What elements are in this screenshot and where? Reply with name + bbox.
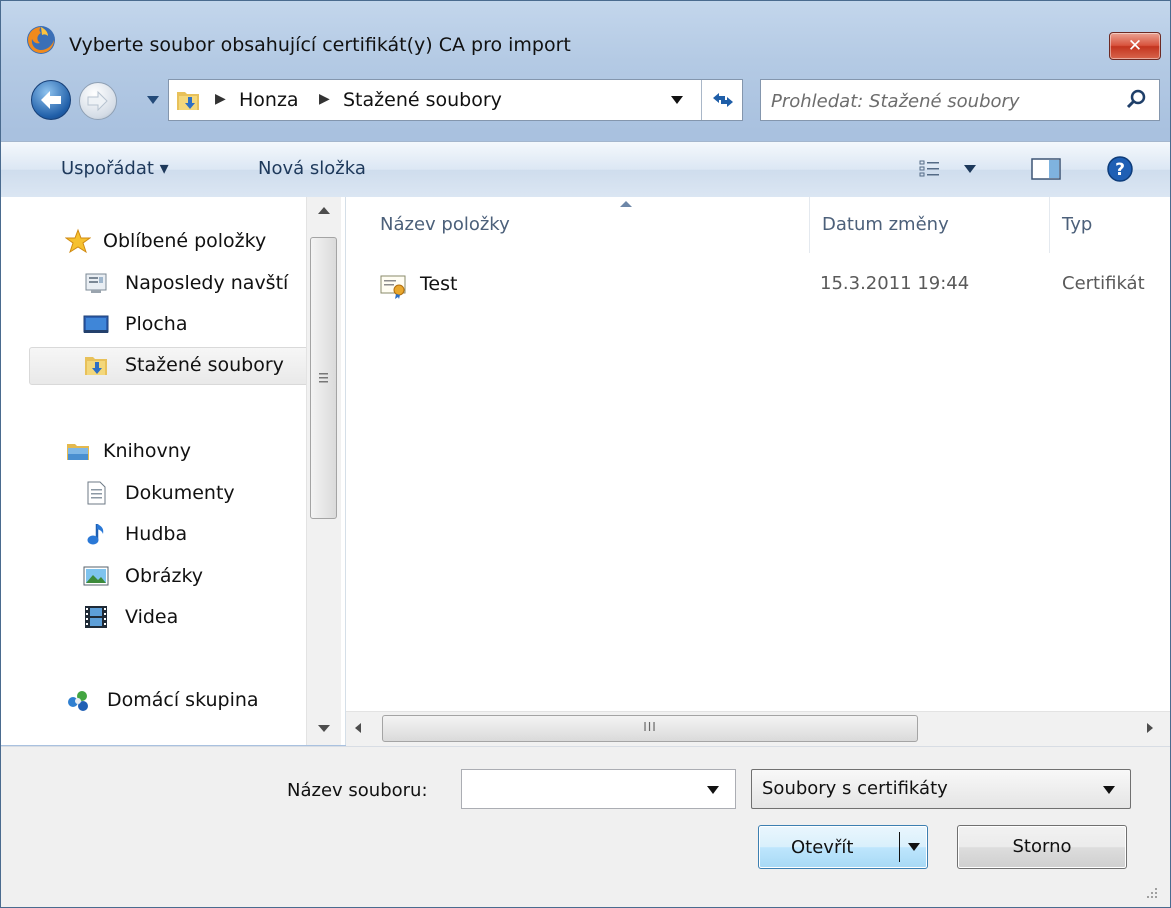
music-note-icon [87,524,104,545]
recent-places-icon [85,273,107,293]
filetype-select[interactable]: Soubory s certifikáty [751,769,1131,809]
breadcrumb-downloads[interactable]: Stažené soubory [343,89,502,111]
scroll-right-arrow-icon[interactable] [1142,720,1158,736]
downloads-folder-icon [177,92,199,110]
file-horizontal-scrollbar[interactable]: III [346,711,1170,746]
change-view-icon[interactable] [919,159,941,179]
search-box[interactable] [760,79,1160,122]
scroll-down-arrow-icon[interactable] [307,711,341,745]
nav-label: Domácí skupina [107,689,259,711]
view-options-dropdown-icon[interactable] [963,164,977,174]
libraries-icon [67,444,89,460]
filename-combobox[interactable] [461,769,736,810]
breadcrumb-separator-icon[interactable]: ▶ [215,91,226,107]
scrollbar-thumb[interactable]: III [382,715,918,742]
close-button[interactable]: ✕ [1109,32,1161,60]
scrollbar-thumb[interactable] [310,237,337,519]
scroll-left-arrow-icon[interactable] [350,720,366,736]
star-icon [65,228,91,254]
filename-input[interactable] [468,770,702,810]
nav-label: Dokumenty [125,482,235,504]
cancel-button[interactable]: Storno [957,825,1127,869]
file-name: Test [420,273,458,295]
nav-label: Knihovny [103,440,191,462]
forward-arrow-icon [87,90,108,112]
column-header-type[interactable]: Typ [1062,214,1092,235]
certificate-icon [380,275,406,299]
address-bar[interactable]: ▶ Honza ▶ Stažené soubory [168,79,743,121]
file-type: Certifikát [1062,273,1145,294]
column-header-name[interactable]: Název položky [380,214,510,235]
search-input[interactable] [769,80,1113,122]
file-list: Název položky Datum změny Typ Test 15.3.… [346,197,1170,745]
nav-label: Stažené soubory [125,354,284,376]
nav-label: Oblíbené položky [103,230,267,252]
search-icon[interactable] [1125,89,1147,111]
organize-button[interactable]: Uspořádat ▾ [61,158,169,179]
preview-pane-icon[interactable] [1031,158,1061,180]
file-row[interactable]: Test 15.3.2011 19:44 Certifikát [368,267,1168,303]
column-divider[interactable] [1049,197,1050,253]
address-dropdown-icon[interactable] [669,94,685,106]
resize-grip-icon[interactable] [1141,882,1161,902]
column-header-date[interactable]: Datum změny [822,214,949,235]
title-bar: Vyberte soubor obsahující certifikát(y) … [1,1,1170,60]
forward-button[interactable] [79,82,117,120]
pictures-icon [83,566,109,586]
open-button-label: Otevřít [791,837,854,858]
file-open-dialog: Vyberte soubor obsahující certifikát(y) … [0,0,1171,908]
filetype-value: Soubory s certifikáty [762,778,948,799]
nav-label: Hudba [125,523,188,545]
open-options-dropdown-icon[interactable] [907,842,921,852]
back-button[interactable] [31,80,71,120]
desktop-icon [83,315,109,333]
back-arrow-icon [41,91,61,109]
chevron-down-icon [1103,786,1115,794]
firefox-icon [27,26,55,54]
refresh-icon [713,93,733,107]
close-icon: ✕ [1127,36,1143,56]
svg-text:?: ? [1115,160,1125,180]
nav-label: Obrázky [125,565,204,587]
sort-ascending-icon [620,201,632,207]
grip-lines-icon: III [643,720,657,734]
nav-label: Videa [125,606,179,628]
film-icon [85,606,107,628]
split-divider [899,832,900,862]
open-button[interactable]: Otevřít [758,825,928,869]
history-dropdown-icon[interactable] [145,92,161,108]
chevron-down-icon[interactable] [706,785,720,795]
homegroup-icon [68,691,88,711]
breadcrumb-separator-icon[interactable]: ▶ [319,91,330,107]
new-folder-button[interactable]: Nová složka [258,158,366,179]
grip-lines-icon [319,373,328,383]
column-divider[interactable] [809,197,810,253]
breadcrumb-honza[interactable]: Honza [239,89,299,111]
command-bar: Uspořádat ▾ Nová složka ? [1,141,1170,198]
documents-icon [87,481,106,505]
downloads-folder-icon [85,357,107,375]
scroll-up-arrow-icon[interactable] [307,197,341,231]
nav-label: Plocha [125,313,188,335]
dialog-footer: Název souboru: Soubory s certifikáty Ote… [1,746,1170,907]
window-title: Vyberte soubor obsahující certifikát(y) … [69,34,571,56]
nav-label: Naposledy navští [125,272,289,294]
file-date: 15.3.2011 19:44 [820,273,970,294]
help-icon[interactable]: ? [1106,155,1134,183]
nav-vertical-scrollbar[interactable] [306,197,341,745]
filename-label: Název souboru: [287,780,428,801]
refresh-button[interactable] [701,80,744,120]
